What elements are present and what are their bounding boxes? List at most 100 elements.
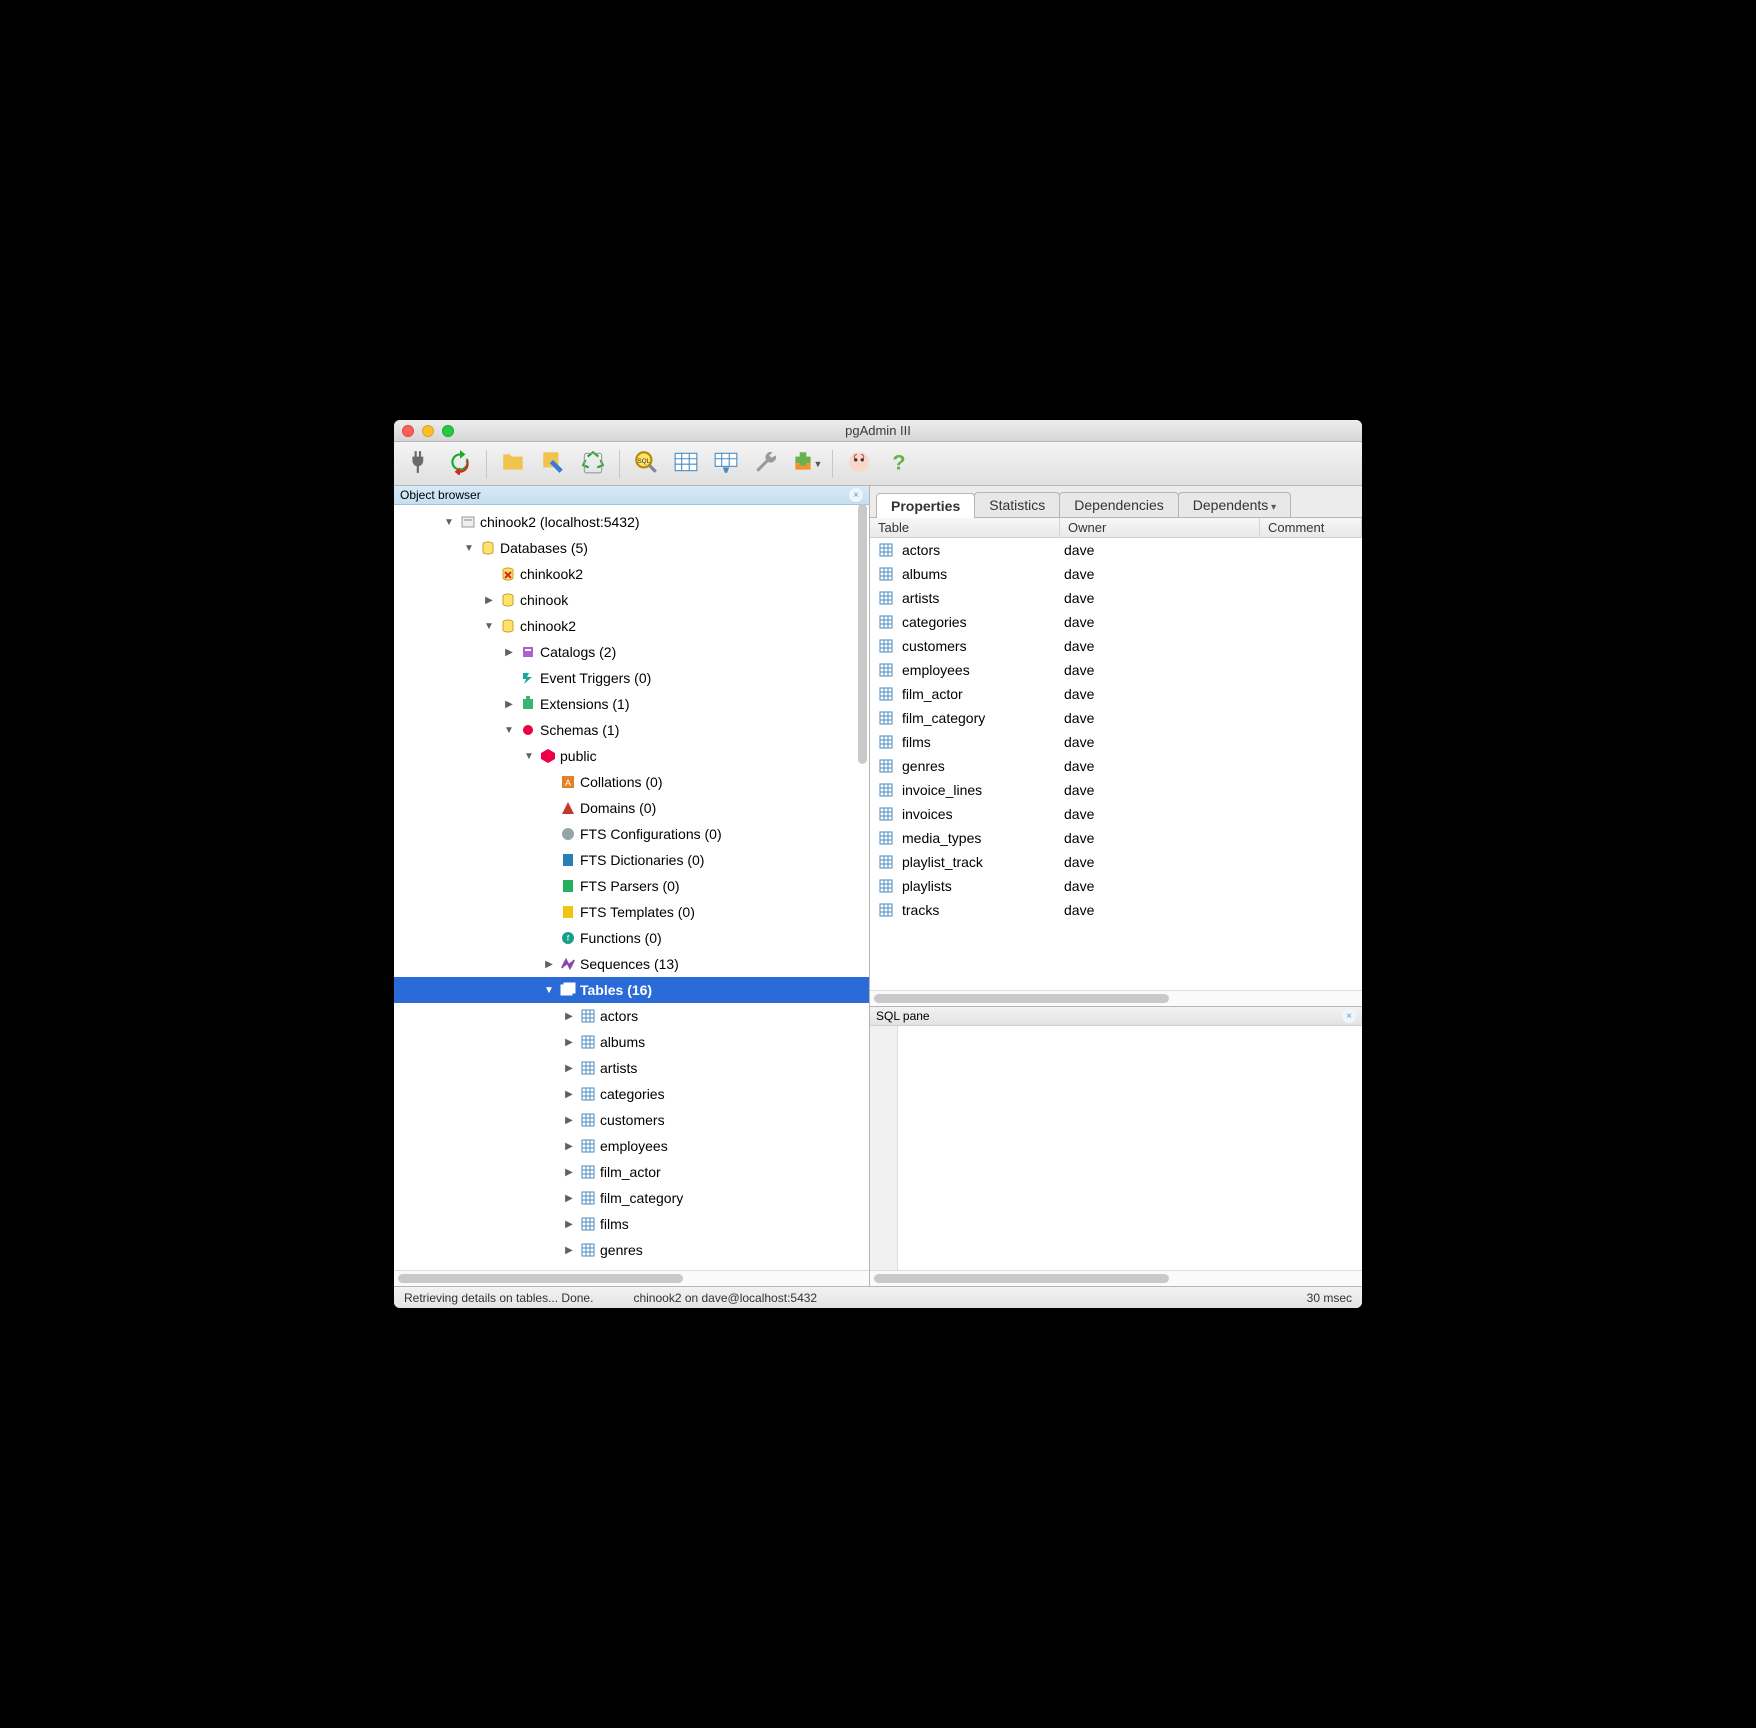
tree-node[interactable]: ▶genres [394, 1237, 869, 1263]
tree-node[interactable]: ▶employees [394, 1133, 869, 1159]
chevron-right-icon[interactable]: ▶ [562, 1167, 576, 1178]
tree-node[interactable]: ▼Schemas (1) [394, 717, 869, 743]
view-data-button[interactable] [668, 447, 704, 481]
chevron-right-icon[interactable]: ▶ [562, 1245, 576, 1256]
chevron-right-icon[interactable]: ▶ [562, 1011, 576, 1022]
chevron-right-icon[interactable]: ▶ [562, 1219, 576, 1230]
table-row[interactable]: artistsdave [870, 586, 1362, 610]
cell-owner: dave [1060, 854, 1260, 870]
table-row[interactable]: genresdave [870, 754, 1362, 778]
tree-node[interactable]: ▶film_actor [394, 1159, 869, 1185]
chevron-right-icon[interactable]: ▶ [562, 1193, 576, 1204]
zoom-window-button[interactable] [442, 425, 454, 437]
table-row[interactable]: actorsdave [870, 538, 1362, 562]
chevron-right-icon[interactable]: ▶ [562, 1063, 576, 1074]
tree-node[interactable]: ▶actors [394, 1003, 869, 1029]
tree-node[interactable]: ▼public [394, 743, 869, 769]
sql-horizontal-scrollbar[interactable] [870, 1270, 1362, 1286]
filter-data-button[interactable] [708, 447, 744, 481]
properties-grid[interactable]: Table Owner Comment actorsdavealbumsdave… [870, 518, 1362, 1006]
execute-script-button[interactable] [535, 447, 571, 481]
column-header-table[interactable]: Table [870, 518, 1060, 537]
tree-node[interactable]: ▶albums [394, 1029, 869, 1055]
tab-dependents[interactable]: Dependents [1178, 492, 1291, 517]
connect-button[interactable] [402, 447, 438, 481]
close-sql-pane-button[interactable]: × [1342, 1009, 1356, 1023]
table-icon [878, 782, 894, 798]
guru-hint-button[interactable] [841, 447, 877, 481]
help-button[interactable]: ? [881, 447, 917, 481]
chevron-right-icon[interactable]: ▶ [562, 1141, 576, 1152]
table-row[interactable]: playlist_trackdave [870, 850, 1362, 874]
chevron-right-icon[interactable]: ▶ [562, 1115, 576, 1126]
minimize-window-button[interactable] [422, 425, 434, 437]
column-header-comment[interactable]: Comment [1260, 518, 1362, 537]
close-window-button[interactable] [402, 425, 414, 437]
chevron-right-icon[interactable]: ▶ [482, 595, 496, 606]
grid-horizontal-scrollbar[interactable] [870, 990, 1362, 1006]
chevron-down-icon[interactable]: ▼ [522, 751, 536, 762]
tree-node[interactable]: FTS Configurations (0) [394, 821, 869, 847]
chevron-down-icon[interactable]: ▼ [542, 985, 556, 996]
tree-node[interactable]: ▶Catalogs (2) [394, 639, 869, 665]
tree-node[interactable]: ▶Sequences (13) [394, 951, 869, 977]
table-row[interactable]: tracksdave [870, 898, 1362, 922]
chevron-right-icon[interactable]: ▶ [562, 1037, 576, 1048]
tree-node[interactable]: Event Triggers (0) [394, 665, 869, 691]
tree-node[interactable]: ▼Tables (16) [394, 977, 869, 1003]
chevron-down-icon[interactable]: ▼ [462, 543, 476, 554]
table-row[interactable]: playlistsdave [870, 874, 1362, 898]
plugins-button[interactable]: ▼ [788, 447, 824, 481]
open-button[interactable] [495, 447, 531, 481]
tree-node[interactable]: ▶categories [394, 1081, 869, 1107]
tree-node[interactable]: FTS Dictionaries (0) [394, 847, 869, 873]
refresh-button[interactable] [442, 447, 478, 481]
chevron-right-icon[interactable]: ▶ [562, 1089, 576, 1100]
object-tree[interactable]: ▼chinook2 (localhost:5432)▼Databases (5)… [394, 505, 869, 1270]
drop-button[interactable] [575, 447, 611, 481]
status-connection: chinook2 on dave@localhost:5432 [633, 1291, 817, 1305]
tree-vertical-scrollbar[interactable] [858, 504, 867, 764]
chevron-down-icon[interactable]: ▼ [442, 517, 456, 528]
tree-node[interactable]: ▶artists [394, 1055, 869, 1081]
chevron-right-icon[interactable]: ▶ [502, 699, 516, 710]
sql-editor[interactable] [870, 1026, 1362, 1270]
chevron-down-icon[interactable]: ▼ [502, 725, 516, 736]
tree-node[interactable]: chinkook2 [394, 561, 869, 587]
tree-node[interactable]: ACollations (0) [394, 769, 869, 795]
tree-node[interactable]: ▶customers [394, 1107, 869, 1133]
table-row[interactable]: invoicesdave [870, 802, 1362, 826]
table-row[interactable]: employeesdave [870, 658, 1362, 682]
chevron-right-icon[interactable]: ▶ [542, 959, 556, 970]
tab-properties[interactable]: Properties [876, 493, 975, 518]
tree-node[interactable]: FTS Parsers (0) [394, 873, 869, 899]
table-row[interactable]: film_categorydave [870, 706, 1362, 730]
table-row[interactable]: filmsdave [870, 730, 1362, 754]
table-row[interactable]: film_actordave [870, 682, 1362, 706]
table-row[interactable]: customersdave [870, 634, 1362, 658]
tree-node[interactable]: ▶films [394, 1211, 869, 1237]
tree-node[interactable]: ▼chinook2 (localhost:5432) [394, 509, 869, 535]
tree-node[interactable]: ▶film_category [394, 1185, 869, 1211]
tree-node[interactable]: ▼chinook2 [394, 613, 869, 639]
maintenance-button[interactable] [748, 447, 784, 481]
tab-dependencies[interactable]: Dependencies [1059, 492, 1179, 517]
column-header-owner[interactable]: Owner [1060, 518, 1260, 537]
tree-node[interactable]: fFunctions (0) [394, 925, 869, 951]
tree-node[interactable]: ▶Extensions (1) [394, 691, 869, 717]
tab-statistics[interactable]: Statistics [974, 492, 1060, 517]
tree-node[interactable]: FTS Templates (0) [394, 899, 869, 925]
tree-node[interactable]: ▶chinook [394, 587, 869, 613]
table-row[interactable]: albumsdave [870, 562, 1362, 586]
chevron-down-icon[interactable]: ▼ [482, 621, 496, 632]
tree-node[interactable]: Domains (0) [394, 795, 869, 821]
cell-table: genres [902, 758, 945, 774]
table-row[interactable]: invoice_linesdave [870, 778, 1362, 802]
table-row[interactable]: categoriesdave [870, 610, 1362, 634]
close-panel-button[interactable]: × [849, 488, 863, 502]
tree-node[interactable]: ▼Databases (5) [394, 535, 869, 561]
sql-query-button[interactable]: SQL [628, 447, 664, 481]
chevron-right-icon[interactable]: ▶ [502, 647, 516, 658]
tree-horizontal-scrollbar[interactable] [394, 1270, 869, 1286]
table-row[interactable]: media_typesdave [870, 826, 1362, 850]
